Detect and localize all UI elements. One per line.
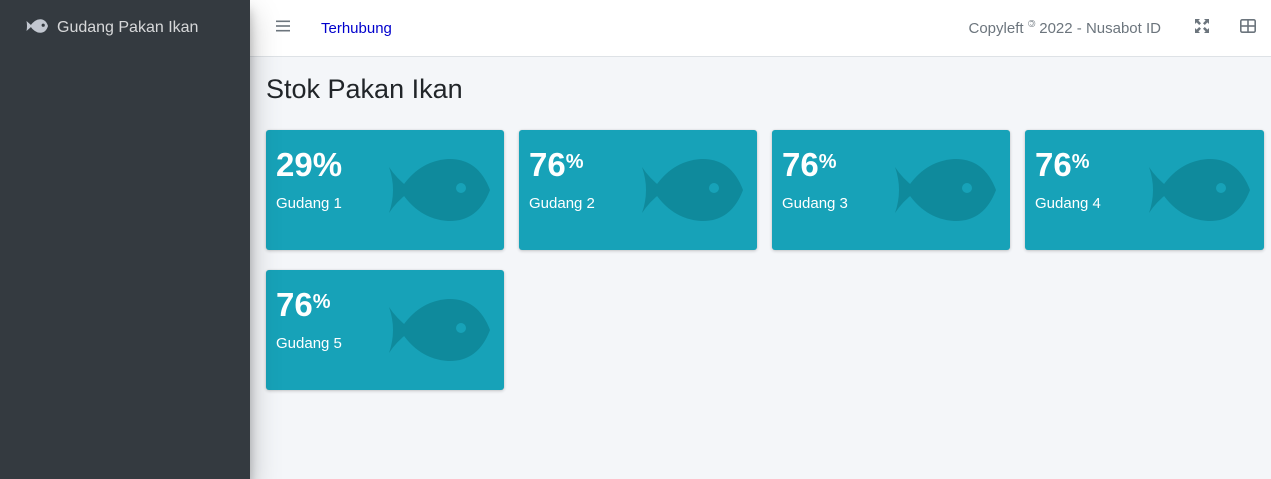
stock-value: 76% xyxy=(1035,144,1254,186)
warehouse-card[interactable]: 76% Gudang 4 xyxy=(1025,130,1264,250)
widgets-icon xyxy=(1240,18,1256,38)
warehouse-card[interactable]: 29% Gudang 1 xyxy=(266,130,504,250)
warehouse-label: Gudang 2 xyxy=(529,195,595,212)
connection-status: Terhubung xyxy=(321,19,392,37)
warehouse-label: Gudang 1 xyxy=(276,195,342,212)
warehouse-card-inner: 76% Gudang 3 xyxy=(772,130,1010,224)
sidebar: Gudang Pakan Ikan xyxy=(0,0,250,479)
menu-toggle-button[interactable] xyxy=(274,19,292,37)
copyleft-symbol: © xyxy=(1027,19,1036,30)
stock-value: 76% xyxy=(529,144,747,186)
stock-unit: % xyxy=(818,151,837,173)
stock-number: 76 xyxy=(529,146,566,183)
warehouse-card-inner: 29% Gudang 1 xyxy=(266,130,504,224)
brand-link[interactable]: Gudang Pakan Ikan xyxy=(0,0,250,57)
widgets-button[interactable] xyxy=(1239,18,1257,38)
stock-unit: % xyxy=(1071,151,1090,173)
stock-unit: % xyxy=(312,291,331,313)
stock-value: 76% xyxy=(782,144,1000,186)
menu-icon xyxy=(276,19,290,37)
warehouse-card[interactable]: 76% Gudang 5 xyxy=(266,270,504,390)
copyleft-text: Copyleft © 2022 - Nusabot ID xyxy=(969,19,1162,37)
warehouse-label: Gudang 5 xyxy=(276,335,342,352)
page-title: Stok Pakan Ikan xyxy=(266,74,463,104)
stock-number: 76 xyxy=(1035,146,1072,183)
warehouse-card[interactable]: 76% Gudang 2 xyxy=(519,130,757,250)
stock-unit: % xyxy=(565,151,584,173)
copyleft-prefix: Copyleft xyxy=(968,20,1024,37)
warehouse-card-inner: 76% Gudang 5 xyxy=(266,270,504,364)
warehouse-card[interactable]: 76% Gudang 3 xyxy=(772,130,1010,250)
fish-icon xyxy=(26,19,48,33)
warehouse-card-inner: 76% Gudang 4 xyxy=(1025,130,1264,224)
main-content: Stok Pakan Ikan 29% Gudang 1 76% Gudang 2 76… xyxy=(250,57,1271,479)
warehouse-grid: 29% Gudang 1 76% Gudang 2 76% Gudang 3 76% Guda… xyxy=(266,130,1271,390)
warehouse-card-inner: 76% Gudang 2 xyxy=(519,130,757,224)
stock-number: 76 xyxy=(276,286,313,323)
fullscreen-icon xyxy=(1195,18,1209,38)
copyleft-suffix: 2022 - Nusabot ID xyxy=(1039,20,1161,37)
stock-value: 76% xyxy=(276,284,494,326)
brand-label: Gudang Pakan Ikan xyxy=(57,19,199,36)
warehouse-label: Gudang 3 xyxy=(782,195,848,212)
top-navbar: Terhubung Copyleft © 2022 - Nusabot ID xyxy=(250,0,1271,57)
stock-number: 29 xyxy=(276,146,313,183)
stock-number: 76 xyxy=(782,146,819,183)
fullscreen-button[interactable] xyxy=(1193,18,1211,38)
stock-unit: % xyxy=(312,146,343,183)
stock-value: 29% xyxy=(276,144,494,186)
warehouse-label: Gudang 4 xyxy=(1035,195,1101,212)
